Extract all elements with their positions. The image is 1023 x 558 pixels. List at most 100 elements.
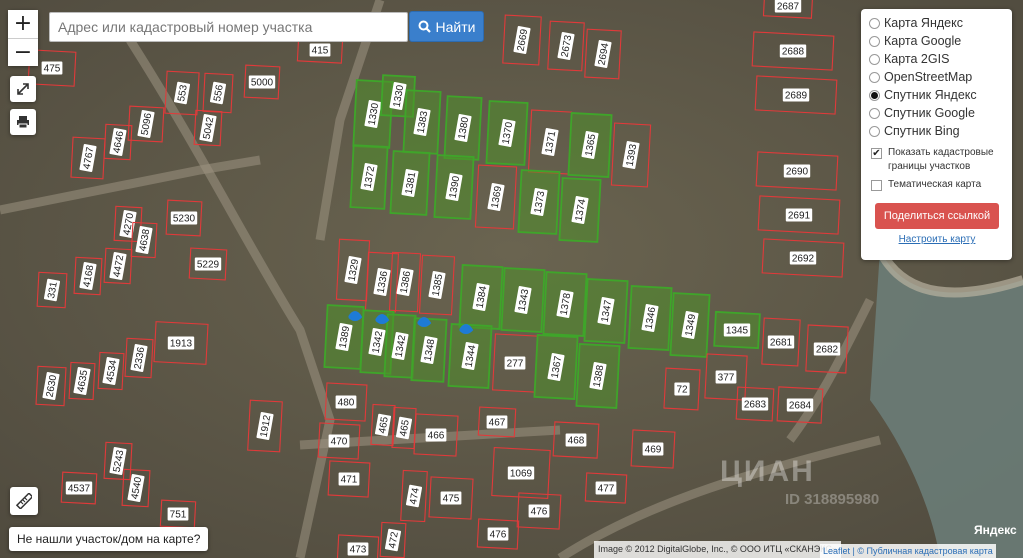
parcel-label: 466 [425, 428, 447, 442]
parcel-label: 2684 [786, 398, 814, 412]
search-button-label: Найти [435, 18, 476, 35]
basemap-option[interactable]: Карта Яндекс [869, 14, 1005, 32]
parcel[interactable]: 1388 [575, 343, 621, 409]
thematic-toggle[interactable]: Тематическая карта [869, 178, 1005, 192]
radio-icon[interactable] [869, 125, 880, 137]
leaflet-attribution-link[interactable]: Leaflet | © Публичная кадастровая карта [820, 544, 996, 558]
basemap-option[interactable]: Карта 2GIS [869, 50, 1005, 68]
parcel[interactable]: 1373 [517, 169, 561, 235]
location-marker-icon[interactable] [375, 314, 390, 324]
parcel[interactable]: 1383 [402, 89, 442, 155]
parcel[interactable]: 1384 [458, 264, 504, 330]
cadastral-toggle-label: Показать кадастровые границы участков [888, 147, 994, 172]
basemap-option[interactable]: Карта Google [869, 32, 1005, 50]
parcel-number: 377 [718, 373, 735, 384]
zoom-out-button[interactable]: − [8, 38, 38, 66]
parcel-label: 470 [328, 434, 350, 448]
thematic-checkbox[interactable] [871, 180, 882, 191]
parcel-number: 751 [170, 510, 187, 521]
basemap-option[interactable]: Спутник Bing [869, 122, 1005, 140]
basemap-option[interactable]: OpenStreetMap [869, 68, 1005, 86]
parcel[interactable]: 1372 [349, 144, 389, 210]
parcel-label: 377 [715, 370, 737, 384]
parcel[interactable]: 1378 [542, 271, 588, 337]
basemap-option-label: Карта Яндекс [884, 16, 963, 30]
yandex-logo: Яндекс [974, 523, 1017, 537]
parcel-number: 2690 [786, 167, 809, 178]
radio-icon[interactable] [869, 53, 880, 65]
parcel-label: 475 [41, 61, 63, 75]
parcel-label: 480 [335, 395, 357, 409]
parcel[interactable]: 1345 [713, 310, 761, 350]
parcel[interactable]: 1367 [533, 334, 579, 400]
location-marker-icon[interactable] [348, 311, 363, 321]
parcel[interactable]: 1349 [669, 292, 711, 358]
parcel-number: 480 [338, 398, 355, 409]
parcel-label: 476 [487, 527, 509, 541]
parcel-number: 4537 [68, 484, 91, 495]
parcel[interactable]: 1370 [485, 100, 529, 166]
zoom-in-button[interactable]: + [8, 10, 38, 38]
parcel-number: 475 [443, 494, 460, 505]
basemap-option[interactable]: Спутник Яндекс [869, 86, 1005, 104]
location-marker-icon[interactable] [459, 324, 474, 334]
basemap-options: Карта Яндекс Карта Google Карта 2GIS OpenSt… [869, 14, 1005, 140]
basemap-option[interactable]: Спутник Google [869, 104, 1005, 122]
parcel[interactable]: 1342 [383, 313, 417, 379]
parcel[interactable]: 1390 [433, 154, 475, 220]
search-input[interactable] [49, 12, 408, 42]
imagery-attribution: Image © 2012 DigitalGlobe, Inc., © ООО И… [594, 541, 841, 558]
parcel-number: 2681 [770, 338, 793, 349]
parcel[interactable]: 1346 [627, 285, 673, 351]
cadastral-checkbox[interactable]: ✔ [871, 148, 882, 159]
parcel-label: 2687 [774, 0, 802, 13]
search-button[interactable]: Найти [409, 11, 484, 42]
not-found-button[interactable]: Не нашли участок/дом на карте? [9, 527, 209, 551]
parcel[interactable]: 1365 [567, 112, 613, 178]
search-icon [418, 20, 431, 33]
fullscreen-button[interactable] [10, 76, 36, 102]
basemap-option-label: Карта 2GIS [884, 52, 950, 66]
parcel-number: 2692 [792, 254, 815, 265]
parcel-number: 2683 [744, 400, 767, 411]
parcel-number: 5000 [251, 78, 274, 89]
parcel-number: 5229 [197, 260, 220, 271]
print-button[interactable] [10, 109, 36, 135]
parcel-label: 2691 [785, 208, 813, 222]
parcel-number: 476 [490, 530, 507, 541]
radio-icon[interactable] [869, 17, 880, 29]
parcel-label: 2690 [783, 164, 811, 178]
parcel-number: 467 [489, 418, 506, 429]
cadastral-toggle[interactable]: ✔ Показать кадастровые границы участков [869, 146, 1005, 174]
basemap-option-label: OpenStreetMap [884, 70, 973, 84]
parcel-number: 471 [341, 475, 358, 486]
parcel-number: 5230 [173, 214, 196, 225]
parcel[interactable]: 1344 [447, 323, 493, 389]
parcel[interactable]: 1347 [583, 278, 629, 344]
parcel-label: 5000 [248, 75, 276, 89]
parcel-number: 277 [507, 359, 524, 370]
parcel-number: 1069 [510, 469, 533, 480]
radio-icon[interactable] [869, 107, 880, 119]
parcel-number: 469 [645, 445, 662, 456]
radio-icon[interactable] [869, 89, 880, 101]
ruler-button[interactable] [10, 487, 38, 515]
radio-icon[interactable] [869, 35, 880, 47]
parcel[interactable]: 1348 [410, 317, 448, 383]
parcel[interactable]: 1343 [500, 267, 546, 333]
parcel-label: 2682 [813, 342, 841, 356]
location-marker-icon[interactable] [417, 317, 432, 327]
configure-map-link[interactable]: Настроить карту [869, 234, 1005, 245]
parcel[interactable]: 1380 [443, 95, 483, 161]
parcel[interactable]: 1374 [558, 177, 602, 243]
parcel-number: 2684 [789, 401, 812, 412]
parcel-label: 2681 [767, 335, 795, 349]
radio-icon[interactable] [869, 71, 880, 83]
basemap-option-label: Спутник Bing [884, 124, 960, 138]
parcel-label: 1345 [723, 323, 751, 337]
expand-icon [17, 83, 29, 95]
share-link-button[interactable]: Поделиться ссылкой [875, 203, 999, 229]
basemap-option-label: Спутник Яндекс [884, 88, 977, 102]
parcel-number: 2689 [785, 91, 808, 102]
parcel[interactable]: 1381 [389, 150, 431, 216]
